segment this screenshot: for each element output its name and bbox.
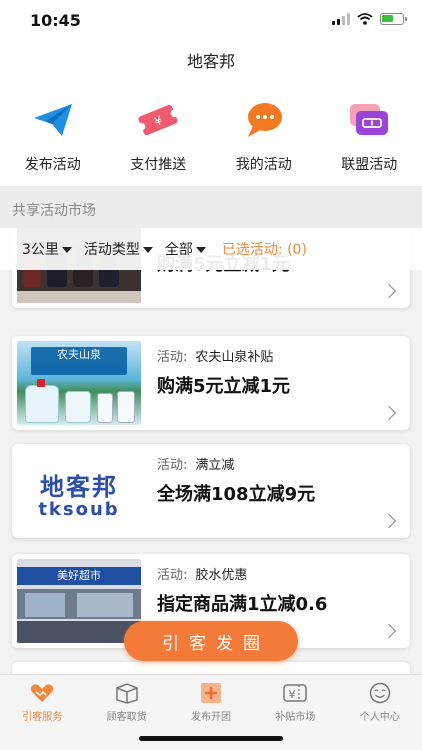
card-title: 购满5元立减1元 <box>157 376 291 397</box>
paper-plane-icon <box>31 98 75 142</box>
card-title: 指定商品满1立减0.6 <box>157 594 328 615</box>
product-thumbnail: 地客邦 tksoub <box>17 449 141 533</box>
thumb-logo-subtext: tksoub <box>38 499 120 520</box>
coupon-icon <box>347 98 391 142</box>
selected-activities-count[interactable]: 已选活动: (0) <box>222 239 307 259</box>
chevron-right-icon <box>381 283 397 299</box>
tab-lead-service[interactable]: 引客服务 <box>0 675 84 750</box>
activity-card[interactable] <box>12 662 410 674</box>
card-activity-type: 活动: 满立减 <box>157 458 235 473</box>
thumb-logo-text: 地客邦 <box>40 473 118 501</box>
svg-text:¥: ¥ <box>289 688 296 701</box>
activity-card[interactable]: 农夫山泉 活动: 农夫山泉补贴 购满5元立减1元 <box>12 336 410 430</box>
scope-filter[interactable]: 全部 <box>165 239 206 259</box>
card-activity-name: 农夫山泉补贴 <box>195 350 274 365</box>
nav-bar: 地客邦 <box>0 42 422 86</box>
yuan-ticket-icon: ¥ <box>281 681 309 705</box>
thumb-store-sign: 美好超市 <box>17 567 141 585</box>
card-title: 全场满108立减9元 <box>157 484 316 505</box>
card-activity-type: 活动: 胶水优惠 <box>157 568 248 583</box>
section-header: 共享活动市场 <box>0 186 422 228</box>
activity-type-filter[interactable]: 活动类型 <box>84 239 153 259</box>
quick-item-pay-push[interactable]: ¥ 支付推送 <box>106 86 212 186</box>
status-bar: 10:45 <box>0 0 422 42</box>
activity-list[interactable]: 购满5元立减1元 农夫山泉 活动:农夫山泉补贴 购满5元立减1元 地客邦 tks… <box>0 228 422 674</box>
card-activity-type: 活动: 农夫山泉补贴 <box>157 350 274 365</box>
battery-icon <box>380 13 407 25</box>
share-circle-button[interactable]: 引客发圈 <box>124 621 298 661</box>
wifi-icon <box>357 13 373 25</box>
box-icon <box>113 681 141 705</box>
card-activity-name: 满立减 <box>195 458 235 473</box>
status-time: 10:45 <box>30 11 81 30</box>
smiley-icon <box>366 681 394 705</box>
chat-bubble-icon <box>242 98 286 142</box>
tab-profile[interactable]: 个人中心 <box>338 675 422 750</box>
chevron-right-icon <box>381 513 397 529</box>
chevron-right-icon <box>381 623 397 639</box>
product-thumbnail: 农夫山泉 <box>17 341 141 425</box>
quick-item-my-activity[interactable]: 我的活动 <box>211 86 317 186</box>
quick-item-publish[interactable]: 发布活动 <box>0 86 106 186</box>
page-title: 地客邦 <box>186 52 235 71</box>
card-activity-name: 胶水优惠 <box>195 568 248 583</box>
caret-down-icon <box>61 247 72 253</box>
activity-card[interactable]: 地客邦 tksoub 活动: 满立减 全场满108立减9元 <box>12 444 410 538</box>
product-thumbnail: 美好超市 <box>17 559 141 643</box>
signal-icon <box>332 13 350 25</box>
plus-square-icon <box>197 681 225 705</box>
status-icons <box>332 13 407 25</box>
home-indicator <box>139 736 283 741</box>
filter-bar: 3公里 活动类型 全部 已选活动: (0) <box>0 228 422 270</box>
handshake-icon <box>28 681 56 705</box>
thumb-brand-label: 农夫山泉 <box>31 347 127 375</box>
caret-down-icon <box>142 247 153 253</box>
section-title: 共享活动市场 <box>12 203 96 219</box>
quick-menu: 发布活动 ¥ 支付推送 我的活动 联盟活动 <box>0 86 422 186</box>
caret-down-icon <box>195 247 206 253</box>
ticket-icon: ¥ <box>136 98 180 142</box>
distance-filter[interactable]: 3公里 <box>22 239 72 259</box>
chevron-right-icon <box>381 405 397 421</box>
quick-item-alliance[interactable]: 联盟活动 <box>317 86 422 186</box>
